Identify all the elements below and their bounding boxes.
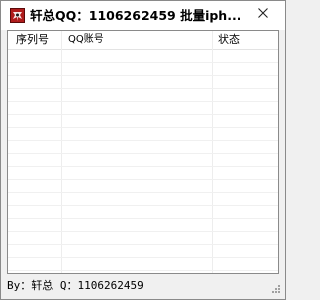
app-window: 轩总QQ：1106262459 批量iph... 序列号 QQ账号 状态 By：… (0, 0, 286, 300)
list-body[interactable] (8, 50, 278, 273)
close-icon (258, 8, 268, 18)
window-title: 轩总QQ：1106262459 批量iph... (30, 8, 240, 23)
status-bar: By：轩总 Q：1106262459 (3, 276, 283, 296)
status-text: By：轩总 Q：1106262459 (7, 279, 144, 292)
column-header-serial[interactable]: 序列号 (8, 31, 61, 49)
list-header: 序列号 QQ账号 状态 (8, 31, 278, 50)
qq-list-view[interactable]: 序列号 QQ账号 状态 (7, 30, 279, 274)
column-header-status[interactable]: 状态 (213, 31, 278, 49)
column-header-qq-account[interactable]: QQ账号 (62, 31, 212, 49)
close-button[interactable] (241, 1, 285, 26)
title-bar[interactable]: 轩总QQ：1106262459 批量iph... (1, 1, 285, 30)
app-logo-icon (10, 8, 25, 23)
resize-grip-icon[interactable] (271, 284, 281, 294)
